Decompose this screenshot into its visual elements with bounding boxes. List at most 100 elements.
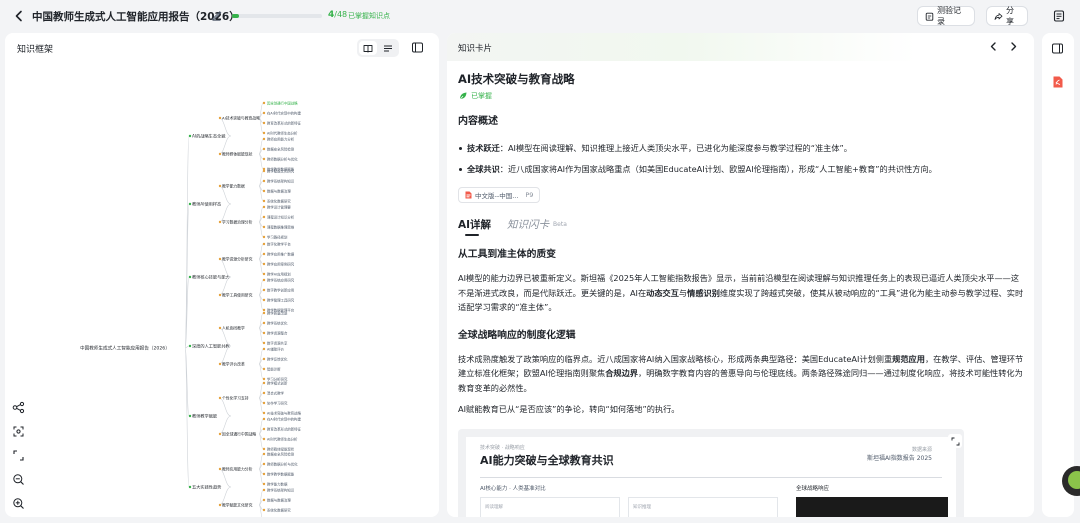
mindmap-leaf-node[interactable]: 教师群体赋能现状 — [267, 446, 295, 451]
mindmap-node-dot — [262, 205, 266, 209]
zoom-out-icon[interactable] — [12, 473, 25, 486]
tab-flashcards[interactable]: 知识闪卡 — [507, 217, 549, 232]
mindmap-sub-node[interactable]: 教学赋能文化研究 — [222, 503, 253, 508]
mindmap-sub-node[interactable]: 教学评价改革 — [222, 362, 245, 367]
mindmap-leaf-node[interactable]: 数据与数据治理 — [267, 497, 291, 502]
edit-pencil-icon[interactable] — [211, 10, 222, 21]
mindmap-canvas[interactable]: 中国教师生成式人工智能应用报告（2026） AI的战略生态全貌 AI技术突破与教育战… — [5, 63, 439, 517]
source-reference-chip[interactable]: 中文版--中国... P9 — [458, 187, 541, 203]
mindmap-leaf-node[interactable]: 数字教学创新应用 — [267, 287, 294, 292]
pdf-document-icon[interactable] — [1053, 76, 1063, 88]
mindmap-leaf-node[interactable]: 教育改革形式的新特征 — [267, 120, 302, 125]
mindmap-leaf-node[interactable]: 教学系统应用研究 — [267, 277, 295, 282]
mindmap-leaf-node[interactable]: 数据与数据治理 — [267, 188, 291, 193]
mindmap-leaf-node[interactable]: 教学管理工具研究 — [267, 297, 295, 302]
mindmap-sub-node[interactable]: 教师应用能力分析 — [222, 467, 253, 472]
mindmap-leaf-node[interactable]: 教学设计管理要 — [267, 204, 291, 209]
list-view-button[interactable] — [379, 41, 397, 55]
mindmap-leaf-node[interactable]: 教学质量改进 — [267, 310, 288, 315]
knowledge-card-panel: 知识卡片 AI技术突破与教育战略 已掌握 内容概述 技术跃迁：AI模型在阅读理解… — [447, 33, 1034, 517]
mindmap-leaf-node[interactable]: 智能诊断 — [267, 366, 281, 371]
mindmap-leaf-node[interactable]: AI时代教师生态分析 — [267, 130, 298, 135]
mindmap-node-dot — [262, 272, 266, 276]
mindmap-leaf-node[interactable]: AI时代教师生态分析 — [267, 436, 298, 441]
tab-ai-detail[interactable]: AI详解 — [458, 217, 491, 232]
mindmap-branch-node[interactable]: 教师核心技能与能力 — [192, 274, 230, 281]
mindmap-leaf-node[interactable]: 教学应用推广数据 — [267, 251, 295, 256]
paragraph-bold: 规范应用 — [892, 353, 925, 364]
mindmap-leaf-node[interactable]: 教学系统架构知识 — [267, 178, 295, 183]
fullscreen-icon[interactable] — [12, 449, 25, 462]
paragraph-bold: 情感识别 — [687, 287, 720, 298]
mindmap-sub-node[interactable]: 学习数据治理分析 — [222, 220, 253, 225]
mindmap-branch-node[interactable]: 五大实践性趋势 — [192, 484, 222, 491]
mindmap-sub-node[interactable]: 教学工具使用研究 — [222, 293, 253, 298]
mindmap-leaf-node[interactable]: 教学系统架构知识 — [267, 487, 295, 492]
mindmap-leaf-node[interactable]: 教育改革形式的新特征 — [267, 426, 302, 431]
mindmap-leaf-node[interactable]: 系统化数据研究 — [267, 507, 291, 512]
mindmap-leaf-node[interactable]: 教师数据分析与优化 — [267, 461, 298, 466]
mindmap-leaf-node[interactable]: 数字化教学平台 — [267, 241, 291, 246]
mindmap-leaf-node[interactable]: 混合式教学 — [267, 390, 285, 395]
mindmap-leaf-node[interactable]: 在AI时代实现中的构建 — [267, 416, 301, 421]
mindmap-sub-node[interactable]: 人机协同教学 — [222, 326, 245, 331]
mindmap-leaf-node[interactable]: 数字资源共享 — [267, 340, 288, 345]
infographic-image[interactable]: 技术突破 · 战略响应 AI能力突破与全球教育共识 数据来源 斯坦福AI指数报告… — [458, 429, 964, 517]
mindmap-leaf-node[interactable]: 教学能力数据 — [267, 481, 288, 486]
mindmap-leaf-node[interactable]: 协作学习研究 — [267, 400, 288, 405]
previous-card-chevron-icon[interactable] — [988, 41, 999, 52]
expand-image-icon[interactable] — [948, 434, 962, 448]
mindmap-leaf-node[interactable]: 系统化数据研究 — [267, 198, 291, 203]
next-card-chevron-icon[interactable] — [1008, 41, 1019, 52]
mindmap-sub-node[interactable]: 教师群体赋能现状 — [222, 152, 253, 157]
mindmap-branch-node[interactable]: 教师教学赋能 — [192, 413, 218, 420]
mindmap-branch-node[interactable]: 教师AI使用样态 — [192, 201, 221, 208]
clipboard-icon — [925, 12, 934, 21]
mindmap-structure-icon[interactable] — [12, 401, 25, 414]
mindmap-leaf-node[interactable]: 教学模式创新 — [267, 380, 288, 385]
mindmap-leaf-node[interactable]: AI技术突破与教育战略 — [267, 410, 301, 415]
zoom-in-icon[interactable] — [12, 497, 25, 510]
mindmap-leaf-node[interactable]: 教学AI应用规划 — [267, 271, 291, 276]
mindmap-leaf-node[interactable]: 课程数据推理思维 — [267, 224, 295, 229]
mindmap-leaf-node[interactable]: 教师应用能力分析 — [267, 136, 295, 141]
mindmap-branch-node[interactable]: 深度的人工智能共教 — [192, 343, 231, 350]
mindmap-active-leaf[interactable]: 因全球通行中国战略 — [267, 100, 298, 105]
mindmap-leaf-node[interactable]: AI辅助评价 — [267, 346, 284, 351]
card-label: 知识卡片 — [458, 44, 493, 54]
share-button[interactable]: 分享 — [986, 6, 1028, 26]
mindmap-sub-node[interactable]: 教学资源分析研究 — [222, 257, 253, 262]
mindmap-node-dot — [188, 414, 192, 418]
mindmap-leaf-node[interactable]: 课程设计知识分析 — [267, 214, 295, 219]
locate-center-icon[interactable] — [12, 425, 25, 438]
mindmap-leaf-node[interactable]: 在AI时代实现中的构建 — [267, 110, 301, 115]
test-record-button[interactable]: 测验记录 — [917, 6, 975, 26]
overview-bullet: 技术跃迁：AI模型在阅读理解、知识推理上接近人类顶尖水平，已进化为能深度参与教学… — [458, 142, 1024, 154]
mindmap-leaf-node[interactable]: 教学赋能文化研究 — [267, 168, 295, 173]
mindmap-root-node[interactable]: 中国教师生成式人工智能应用报告（2026） — [80, 345, 170, 352]
mindmap-leaf-node[interactable]: 教学资源整合 — [267, 330, 288, 335]
mindmap-leaf-node[interactable]: 数学教学数据赋能 — [267, 471, 295, 476]
panel-toggle-icon[interactable] — [1051, 42, 1064, 55]
mindmap-view-button[interactable] — [359, 41, 377, 55]
mindmap-branch-node[interactable]: AI的战略生态全貌 — [192, 133, 226, 140]
mindmap-leaf-node[interactable]: 数据安全风险检测 — [267, 451, 295, 456]
mindmap-node-dot — [188, 344, 192, 348]
mindmap-node-dot — [262, 137, 266, 141]
mindmap-sub-node[interactable]: AI技术突破与教育战略 — [222, 116, 260, 121]
mindmap-sub-node[interactable]: 因全球通行中国战略 — [222, 432, 256, 437]
mastered-badge: 已掌握 — [458, 91, 1024, 101]
mindmap-node-dot — [262, 235, 266, 239]
mindmap-leaf-node[interactable]: 学习路径规划 — [267, 234, 288, 239]
back-arrow-icon[interactable] — [12, 9, 26, 23]
mindmap-sub-node[interactable]: 教学能力数据 — [222, 184, 245, 189]
mindmap-sub-node[interactable]: 个性化学习支持 — [222, 396, 249, 401]
mindmap-node-dot — [262, 411, 266, 415]
mindmap-leaf-node[interactable]: 教师数据分析与优化 — [267, 156, 298, 161]
mindmap-leaf-node[interactable]: 数据安全风险检测 — [267, 146, 295, 151]
sidebar-collapse-icon[interactable] — [411, 41, 424, 54]
mindmap-leaf-node[interactable]: 教学应用案例研究 — [267, 261, 295, 266]
mindmap-leaf-node[interactable]: 教学系统优化 — [267, 320, 288, 325]
mindmap-leaf-node[interactable]: 教学反馈优化 — [267, 356, 288, 361]
notes-icon[interactable] — [1052, 9, 1066, 23]
